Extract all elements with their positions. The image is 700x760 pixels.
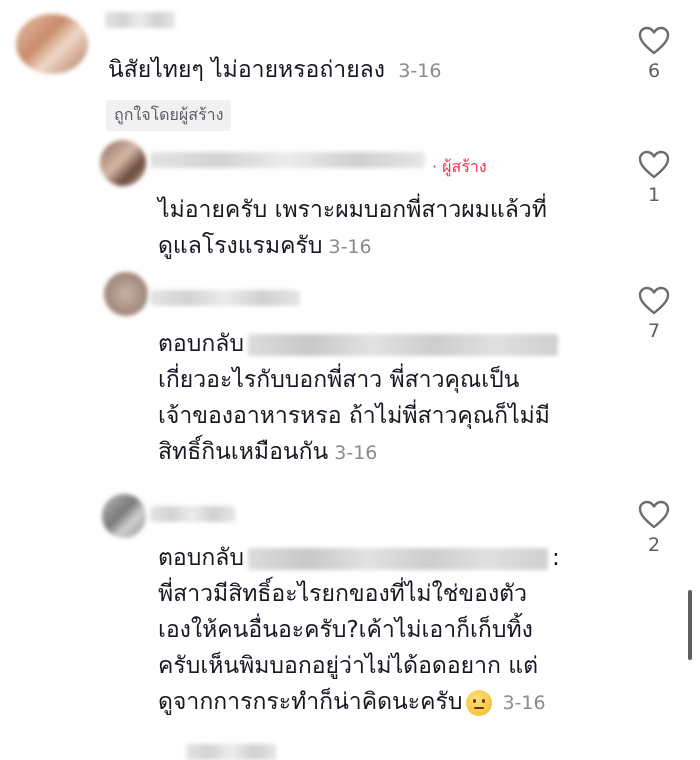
comment-date: 3-16 <box>334 442 378 464</box>
comment-line: เกี่ยวอะไรกับบอกพี่สาว พี่สาวคุณเป็น <box>158 367 520 393</box>
thinking-face-emoji <box>466 689 493 716</box>
mention[interactable] <box>247 333 558 356</box>
next-comment-username[interactable] <box>186 744 276 760</box>
like-control[interactable]: 2 <box>634 500 674 556</box>
comment-line: เจ้าของอาหารหรอ ถ้าไม่พี่สาวคุณก็ไม่มี <box>158 403 550 429</box>
reply-prefix: ตอบกลับ <box>158 545 244 571</box>
like-control[interactable]: 1 <box>634 150 674 206</box>
comment-text: ไม่อายครับ เพราะผมบอกพี่สาวผมแล้วที่ ดูแ… <box>158 192 547 265</box>
like-count: 7 <box>647 320 661 342</box>
reply-prefix: ตอบกลับ <box>158 331 244 357</box>
comment-line: ครับเห็นพิมบอกอยู่ว่าไม่ได้อดอยาก แต่ <box>158 653 539 679</box>
username[interactable] <box>150 506 235 522</box>
like-count: 2 <box>647 534 661 556</box>
heart-outline-icon[interactable] <box>637 500 671 530</box>
heart-outline-icon[interactable] <box>637 150 671 180</box>
comment-line: สิทธิ์กินเหมือนกัน 3-16 <box>158 439 378 465</box>
comment-date: 3-16 <box>398 60 442 82</box>
username[interactable] <box>150 290 300 306</box>
comment-line: พี่สาวมีสิทธิ์อะไรยกของที่ไม่ใช่ของตัว <box>158 581 528 607</box>
creator-badge: · ผู้สร้าง <box>432 157 487 176</box>
comment-line: ดูจากการกระทำก็น่าคิดนะครับ 3-16 <box>158 689 546 716</box>
like-count: 6 <box>647 60 661 82</box>
comment-line: เองให้คนอื่นอะครับ?เค้าไม่เอาก็เก็บทิ้ง <box>158 617 533 643</box>
comment-text: ตอบกลับ เกี่ยวอะไรกับบอกพี่สาว พี่สาวคุณ… <box>158 326 562 471</box>
comment-line: ตอบกลับ <box>158 326 562 362</box>
comment-body: นิสัยไทยๆ ไม่อายหรอถ่ายลง <box>108 57 386 83</box>
mention[interactable] <box>247 547 548 570</box>
like-control[interactable]: 6 <box>634 26 674 82</box>
heart-outline-icon[interactable] <box>637 26 671 56</box>
username[interactable] <box>150 152 425 168</box>
comment-line: ดูแลโรงแรมครับ 3-16 <box>158 233 372 259</box>
like-count: 1 <box>647 184 661 206</box>
comment-date: 3-16 <box>328 236 372 258</box>
comment-text: ตอบกลับ: พี่สาวมีสิทธิ์อะไรยกของที่ไม่ใช… <box>158 540 560 721</box>
avatar[interactable] <box>16 14 88 74</box>
liked-by-creator-badge: ถูกใจโดยผู้สร้าง <box>106 100 232 131</box>
avatar[interactable] <box>104 272 148 316</box>
comment-date: 3-16 <box>502 692 546 714</box>
avatar[interactable] <box>100 140 146 186</box>
comment-text: นิสัยไทยๆ ไม่อายหรอถ่ายลง 3-16 <box>108 52 441 89</box>
comment-line: ไม่อายครับ เพราะผมบอกพี่สาวผมแล้วที่ <box>158 197 547 223</box>
avatar[interactable] <box>102 494 146 538</box>
username[interactable] <box>105 12 175 28</box>
heart-outline-icon[interactable] <box>637 286 671 316</box>
like-control[interactable]: 7 <box>634 286 674 342</box>
scrollbar[interactable] <box>688 590 692 660</box>
comment-line: ตอบกลับ: <box>158 545 560 571</box>
